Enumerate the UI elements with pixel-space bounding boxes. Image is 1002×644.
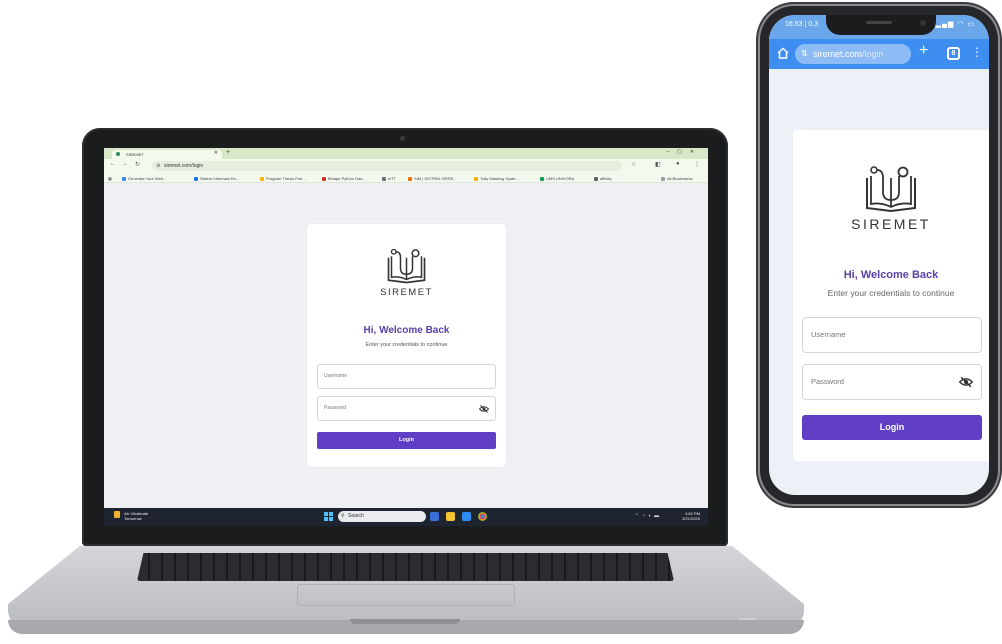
profile-icon[interactable]: ● [676, 161, 680, 167]
bookmark-item[interactable]: Tully Masking Syste... [474, 176, 519, 181]
weather-widget[interactable]: Air: Moderate Tomorrow [114, 511, 148, 521]
bookmark-item[interactable]: affinity [594, 176, 612, 181]
login-button[interactable]: Login [802, 415, 982, 440]
phone-browser-toolbar: ⇅ siremet.com/login + 8 ⋮ [769, 39, 989, 69]
password-input[interactable]: Password [802, 364, 982, 400]
phone-frame: 16:53 | 0,3 ▂▄▆ ◠ ▭ ⇅ siremet.com/login … [760, 6, 998, 504]
taskbar-search-label: Search [348, 513, 364, 519]
browser-toolbar: ← → ↻ ⚙ siremet.com/login ☆ ◧ ● ⋮ [104, 159, 708, 173]
brand-name: SIREMET [851, 216, 931, 232]
siremet-logo-icon [387, 248, 426, 284]
menu-icon[interactable]: ⋮ [971, 45, 983, 59]
extensions-icon[interactable]: ◧ [655, 161, 661, 168]
signal-battery-icon: ▂▄▆ ◠ ▭ [935, 21, 975, 28]
phone-url-host: siremet.com [813, 49, 863, 59]
reload-icon[interactable]: ↻ [135, 161, 140, 168]
laptop-trackpad [297, 584, 515, 606]
login-subtitle: Enter your credentials to continue [365, 342, 448, 348]
tab-switcher-icon[interactable]: 8 [947, 47, 960, 60]
tab-favicon-icon [116, 152, 120, 156]
new-tab-icon[interactable]: + [226, 149, 230, 156]
bookmark-item[interactable]: Program Thesis Pub... [260, 176, 306, 181]
bookmark-item[interactable]: Sistem Informasi Ke... [194, 176, 239, 181]
weather-icon [114, 511, 120, 518]
all-bookmarks-item[interactable]: All Bookmarks [661, 176, 693, 181]
forward-icon[interactable]: → [122, 161, 128, 167]
file-explorer-icon[interactable] [430, 512, 439, 521]
browser-tab-strip: SIREMET ✕ + –▢✕ [104, 148, 708, 159]
status-time: 16:53 | 0,3 [785, 21, 818, 28]
eye-off-icon[interactable] [479, 405, 489, 413]
bookmark-item[interactable]: UMS UNIVORA [540, 176, 574, 181]
window-controls-icon[interactable]: –▢✕ [666, 149, 702, 155]
store-icon[interactable] [462, 512, 471, 521]
site-info-icon[interactable]: ⚙ [156, 163, 160, 169]
username-input[interactable]: Username [802, 317, 982, 353]
bookmarks-bar: ▦ Generate Your Web... Sistem Informasi … [104, 173, 708, 183]
laptop-camera [400, 136, 405, 141]
browser-tab[interactable]: SIREMET ✕ [112, 150, 222, 159]
password-placeholder: Password [811, 377, 844, 386]
new-tab-icon[interactable]: + [919, 42, 928, 60]
login-button[interactable]: Login [317, 432, 496, 449]
login-title: Hi, Welcome Back [363, 325, 450, 336]
back-icon[interactable]: ← [110, 161, 116, 167]
login-title: Hi, Welcome Back [843, 269, 939, 281]
apps-icon[interactable]: ▦ [108, 176, 112, 181]
phone-screen: 16:53 | 0,3 ▂▄▆ ◠ ▭ ⇅ siremet.com/login … [769, 15, 989, 495]
address-bar-url: siremet.com/login [164, 163, 204, 169]
laptop-lid-notch [350, 619, 460, 624]
chrome-icon[interactable] [478, 512, 487, 521]
taskbar-clock[interactable]: 4:52 PM 2/21/2025 [682, 511, 700, 521]
dynamic-island [826, 15, 936, 35]
laptop-screen: SIREMET ✕ + –▢✕ ← → ↻ ⚙ siremet.com/logi… [104, 148, 708, 526]
bookmark-item[interactable]: SIM | SISTRIN SIRRE... [408, 176, 457, 181]
bookmark-item[interactable]: Belajar Python Das... [322, 176, 366, 181]
password-input[interactable]: Password [317, 396, 496, 421]
taskbar-search[interactable]: ⚲ Search [338, 511, 426, 522]
login-card: SIREMET Hi, Welcome Back Enter your cred… [307, 224, 506, 467]
eye-off-icon[interactable] [959, 376, 973, 388]
site-settings-icon[interactable]: ⇅ [801, 44, 808, 64]
bookmark-item[interactable]: elTT [382, 176, 396, 181]
system-tray-icons[interactable]: ⌃◔◖▬ [635, 513, 662, 519]
search-icon: ⚲ [341, 513, 345, 519]
bookmark-item[interactable]: Generate Your Web... [122, 176, 166, 181]
tab-title: SIREMET [126, 152, 144, 157]
tab-close-icon[interactable]: ✕ [214, 151, 218, 156]
phone-url-path: /login [862, 49, 884, 59]
windows-taskbar: Air: Moderate Tomorrow ⚲ Search ⌃◔◖▬ 4:5… [104, 508, 708, 526]
username-placeholder: Username [324, 373, 348, 379]
windows-start-icon[interactable] [324, 512, 333, 521]
star-icon[interactable]: ☆ [631, 161, 636, 168]
brand-name: SIREMET [380, 287, 433, 298]
folder-icon[interactable] [446, 512, 455, 521]
phone-address-bar[interactable]: ⇅ siremet.com/login [795, 44, 911, 64]
username-placeholder: Username [811, 330, 846, 339]
username-input[interactable]: Username [317, 364, 496, 389]
address-bar[interactable]: ⚙ siremet.com/login [152, 161, 622, 171]
clock-date: 2/21/2025 [682, 516, 700, 521]
laptop-keyboard [137, 553, 674, 581]
home-icon[interactable] [777, 47, 789, 59]
login-subtitle: Enter your credentials to continue [827, 288, 955, 298]
menu-icon[interactable]: ⋮ [694, 161, 700, 168]
laptop-indicator-light [738, 618, 756, 620]
weather-sub: Tomorrow [124, 516, 142, 521]
login-card: SIREMET Hi, Welcome Back Enter your cred… [793, 130, 989, 461]
password-placeholder: Password [324, 405, 346, 411]
siremet-logo-icon [866, 166, 916, 213]
